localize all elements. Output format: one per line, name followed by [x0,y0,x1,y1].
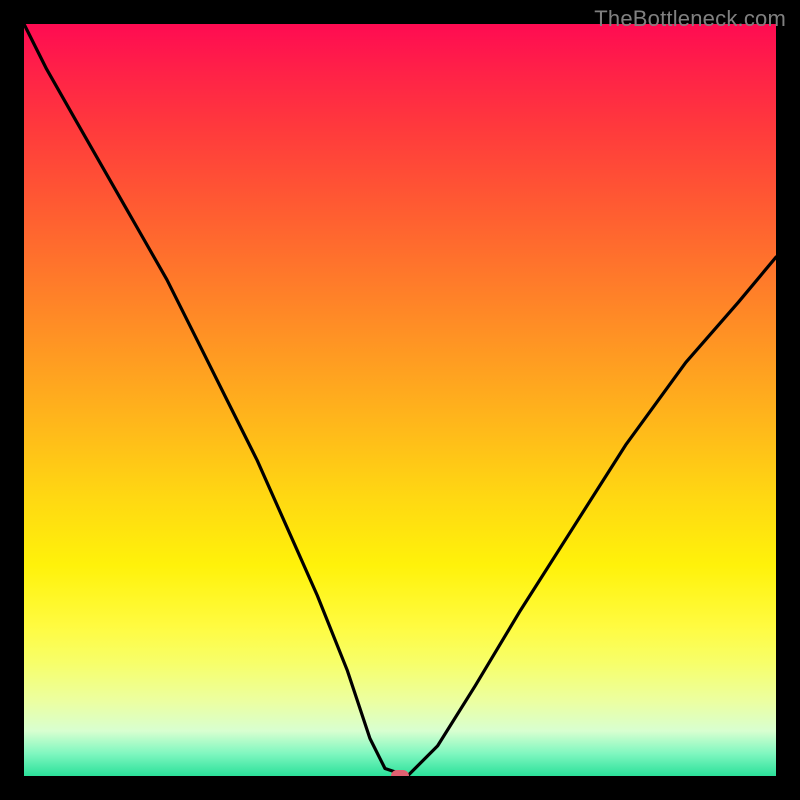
plot-area [24,24,776,776]
watermark-text: TheBottleneck.com [594,6,786,32]
minimum-marker [391,770,409,776]
bottleneck-curve [24,24,776,776]
chart-frame: TheBottleneck.com [0,0,800,800]
